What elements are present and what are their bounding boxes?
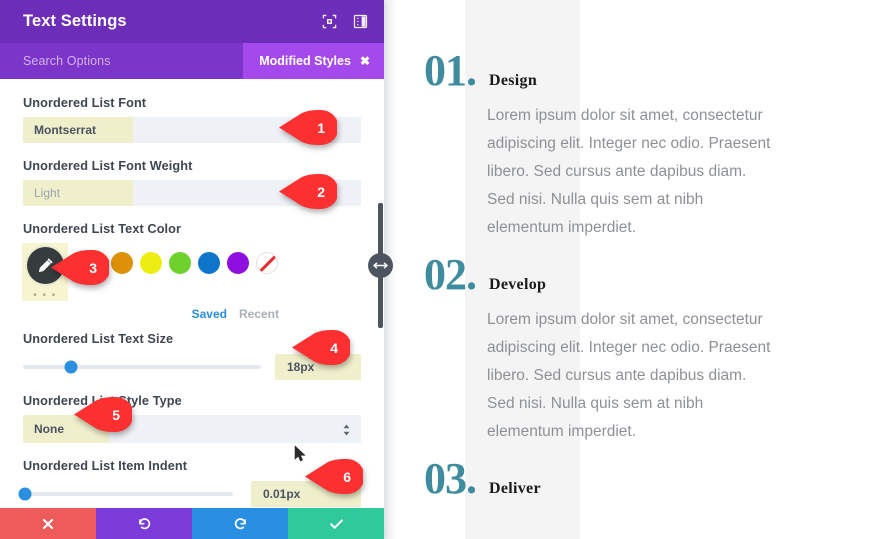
preview-blocks: 01. Design Lorem ipsum dolor sit amet, c…	[384, 0, 880, 503]
mouse-cursor	[294, 445, 307, 468]
chevron-updown-icon	[343, 423, 350, 436]
color-swatch[interactable]	[227, 252, 249, 274]
more-colors-dots[interactable]: • • •	[33, 291, 57, 301]
redo-button[interactable]	[192, 508, 288, 539]
header-icon-group	[322, 14, 368, 29]
callout-number: 3	[89, 259, 97, 276]
block-number: 03.	[424, 454, 477, 503]
callout-number: 5	[112, 406, 120, 423]
modified-styles-label: Modified Styles	[259, 54, 351, 68]
focus-target-icon[interactable]	[322, 14, 337, 29]
preview-block-head: 01. Design	[384, 46, 880, 95]
field-label: Unordered List Font	[23, 96, 147, 110]
preview-block-head: 03. Deliver	[384, 454, 880, 503]
panel-resize-handle[interactable]	[368, 203, 393, 328]
modified-styles-filter[interactable]: Modified Styles ✖	[243, 43, 384, 79]
block-title: Develop	[489, 276, 547, 293]
save-button[interactable]	[288, 508, 384, 539]
callout-number: 6	[343, 468, 351, 485]
callout-pin-5: 5	[74, 397, 132, 432]
color-tabs: Saved Recent	[23, 307, 361, 321]
callout-pin-4: 4	[292, 330, 350, 365]
field-value: None	[34, 422, 64, 436]
panel-footer	[0, 508, 384, 539]
tab-recent[interactable]: Recent	[239, 307, 279, 321]
preview-block-head: 02. Develop	[384, 250, 880, 299]
page-preview: 01. Design Lorem ipsum dolor sit amet, c…	[384, 0, 880, 539]
field-value: Light	[34, 186, 61, 200]
callout-number: 1	[317, 119, 325, 136]
layout-panel-icon[interactable]	[353, 14, 368, 29]
color-swatch-list	[82, 252, 278, 274]
color-swatch-none[interactable]	[256, 252, 278, 274]
resize-arrows-icon[interactable]	[368, 253, 393, 278]
block-title: Deliver	[489, 480, 541, 497]
callout-number: 2	[317, 183, 325, 200]
block-title: Design	[489, 72, 538, 89]
color-swatch[interactable]	[111, 252, 133, 274]
color-swatch[interactable]	[140, 252, 162, 274]
color-swatch[interactable]	[198, 252, 220, 274]
close-icon[interactable]: ✖	[360, 55, 370, 67]
preview-block: 01. Design Lorem ipsum dolor sit amet, c…	[384, 46, 880, 242]
block-number: 02.	[424, 250, 477, 299]
field-value: 0.01px	[263, 487, 301, 501]
cancel-button[interactable]	[0, 508, 96, 539]
item-indent-slider[interactable]	[18, 487, 233, 501]
callout-pin-1: 1	[279, 110, 337, 145]
field-label: Unordered List Font Weight	[23, 159, 193, 173]
preview-block: 03. Deliver	[384, 454, 880, 503]
text-size-slider[interactable]	[23, 360, 261, 374]
block-body-text: Lorem ipsum dolor sit amet, consectetur …	[487, 311, 771, 440]
tab-saved[interactable]: Saved	[192, 307, 227, 321]
field-label: Unordered List Text Color	[23, 222, 182, 236]
divi-text-settings-screen: 01. Design Lorem ipsum dolor sit amet, c…	[0, 0, 880, 539]
callout-pin-3: 3	[51, 250, 109, 285]
block-body-text: Lorem ipsum dolor sit amet, consectetur …	[487, 107, 771, 236]
undo-button[interactable]	[96, 508, 192, 539]
search-input[interactable]: Search Options	[23, 54, 111, 68]
callout-pin-6: 6	[305, 459, 363, 494]
panel-title: Text Settings	[23, 12, 127, 30]
slider-knob[interactable]	[64, 360, 78, 374]
callout-number: 4	[330, 339, 338, 356]
preview-block: 02. Develop Lorem ipsum dolor sit amet, …	[384, 250, 880, 446]
field-value: Montserrat	[34, 123, 97, 137]
panel-header: Text Settings	[0, 0, 384, 43]
block-number: 01.	[424, 46, 477, 95]
color-swatch[interactable]	[169, 252, 191, 274]
slider-knob[interactable]	[18, 487, 32, 501]
callout-pin-2: 2	[279, 174, 337, 209]
search-bar: Search Options Modified Styles ✖	[0, 43, 384, 79]
